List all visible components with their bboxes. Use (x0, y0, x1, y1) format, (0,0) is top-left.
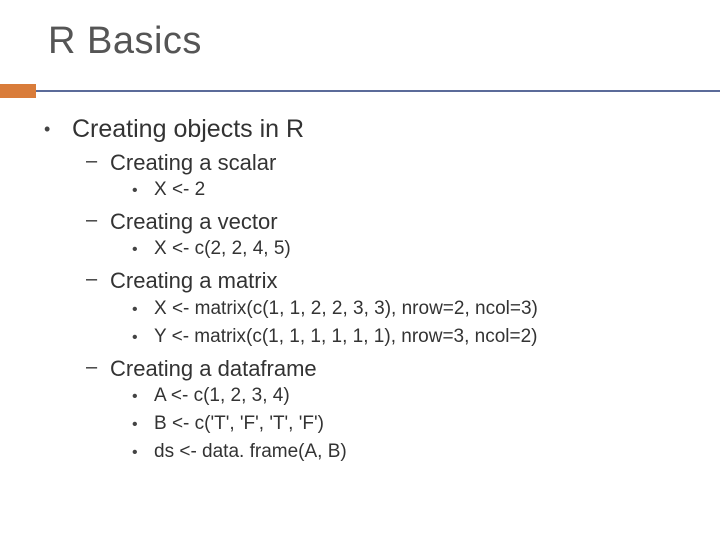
list-item: – Creating a scalar (86, 150, 690, 175)
list-item: • X <- 2 (132, 179, 690, 203)
list-item: • A <- c(1, 2, 3, 4) (132, 385, 690, 409)
code-line: ds <- data. frame(A, B) (154, 441, 347, 463)
code-line: A <- c(1, 2, 3, 4) (154, 385, 290, 407)
section-label: Creating a scalar (110, 150, 276, 175)
heading-text: Creating objects in R (72, 115, 304, 144)
content-area: • Creating objects in R – Creating a sca… (44, 115, 690, 465)
dash-icon: – (86, 150, 110, 173)
dash-icon: – (86, 268, 110, 291)
list-item: • Creating objects in R (44, 115, 690, 144)
bullet-icon: • (132, 385, 154, 409)
slide: R Basics • Creating objects in R – Creat… (0, 0, 720, 540)
dash-icon: – (86, 209, 110, 232)
code-line: B <- c('T', 'F', 'T', 'F') (154, 413, 324, 435)
list-item: • ds <- data. frame(A, B) (132, 441, 690, 465)
bullet-icon: • (132, 441, 154, 465)
section-label: Creating a dataframe (110, 356, 317, 381)
bullet-icon: • (132, 298, 154, 322)
bullet-icon: • (132, 326, 154, 350)
list-item: – Creating a vector (86, 209, 690, 234)
section-label: Creating a matrix (110, 268, 278, 293)
code-line: X <- 2 (154, 179, 205, 201)
code-line: X <- c(2, 2, 4, 5) (154, 238, 291, 260)
list-item: • X <- matrix(c(1, 1, 2, 2, 3, 3), nrow=… (132, 298, 690, 322)
dash-icon: – (86, 356, 110, 379)
list-item: • X <- c(2, 2, 4, 5) (132, 238, 690, 262)
list-item: • Y <- matrix(c(1, 1, 1, 1, 1, 1), nrow=… (132, 326, 690, 350)
bullet-icon: • (44, 115, 72, 143)
code-line: X <- matrix(c(1, 1, 2, 2, 3, 3), nrow=2,… (154, 298, 538, 320)
bullet-icon: • (132, 413, 154, 437)
bullet-icon: • (132, 238, 154, 262)
list-item: – Creating a matrix (86, 268, 690, 293)
horizontal-rule (0, 90, 720, 92)
section-label: Creating a vector (110, 209, 278, 234)
list-item: • B <- c('T', 'F', 'T', 'F') (132, 413, 690, 437)
list-item: – Creating a dataframe (86, 356, 690, 381)
slide-title: R Basics (0, 0, 720, 63)
code-line: Y <- matrix(c(1, 1, 1, 1, 1, 1), nrow=3,… (154, 326, 538, 348)
bullet-icon: • (132, 179, 154, 203)
accent-block (0, 84, 36, 98)
